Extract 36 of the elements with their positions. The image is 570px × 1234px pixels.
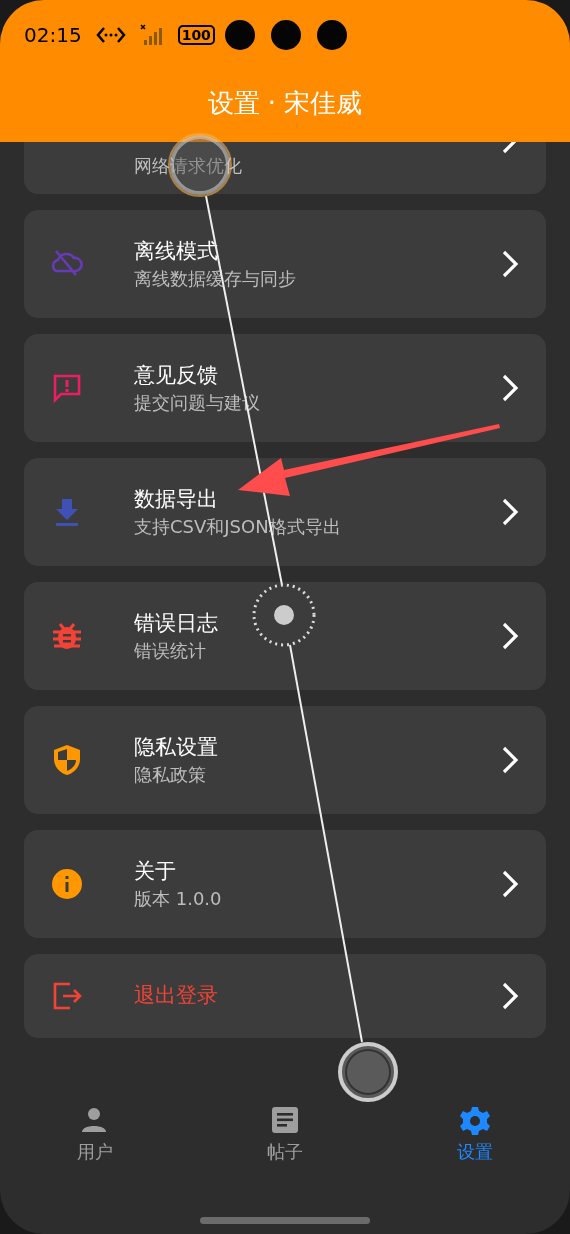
chevron-right-icon <box>500 621 520 651</box>
item-title: 关于 <box>134 858 177 884</box>
touch-point-marker <box>252 583 316 647</box>
page-title: 设置 · 宋佳威 <box>206 87 364 120</box>
home-indicator[interactable] <box>200 1217 370 1224</box>
document-icon <box>270 1106 300 1136</box>
item-subtitle: 版本 1.0.0 <box>134 887 223 910</box>
item-title: 离线模式 <box>134 238 219 264</box>
touch-end-marker <box>338 1042 398 1102</box>
settings-icon <box>460 1106 490 1136</box>
camera-cutout <box>270 20 301 50</box>
item-title: 隐私设置 <box>134 734 219 760</box>
signal-icon <box>139 24 164 46</box>
camera-cutout <box>316 20 347 50</box>
battery-level: 100 <box>177 25 215 45</box>
chevron-right-icon <box>500 497 520 527</box>
item-title: 意见反馈 <box>134 362 219 388</box>
chevron-right-icon <box>500 373 520 403</box>
item-subtitle: 错误统计 <box>134 639 207 662</box>
item-title: 退出登录 <box>134 983 219 1009</box>
settings-item[interactable]: 隐私设置 隐私政策 <box>24 706 546 814</box>
nav-tab[interactable]: 设置 <box>457 1138 493 1165</box>
chevron-right-icon <box>500 249 520 279</box>
settings-item[interactable]: 关于 版本 1.0.0 <box>24 830 546 938</box>
chevron-right-icon <box>500 981 520 1011</box>
clock: 02:15 <box>24 22 82 49</box>
settings-item[interactable]: 错误日志 错误统计 <box>24 582 546 690</box>
item-subtitle: 隐私政策 <box>134 763 207 786</box>
item-title: 错误日志 <box>134 610 219 636</box>
network-transfer-icon <box>95 25 126 45</box>
chevron-right-icon <box>500 745 520 775</box>
camera-cutout <box>224 20 255 50</box>
nav-tab[interactable]: 用户 <box>77 1138 113 1165</box>
nav-tab[interactable]: 帖子 <box>267 1138 303 1165</box>
item-title: 数据导出 <box>134 486 219 512</box>
chevron-right-icon <box>500 869 520 899</box>
